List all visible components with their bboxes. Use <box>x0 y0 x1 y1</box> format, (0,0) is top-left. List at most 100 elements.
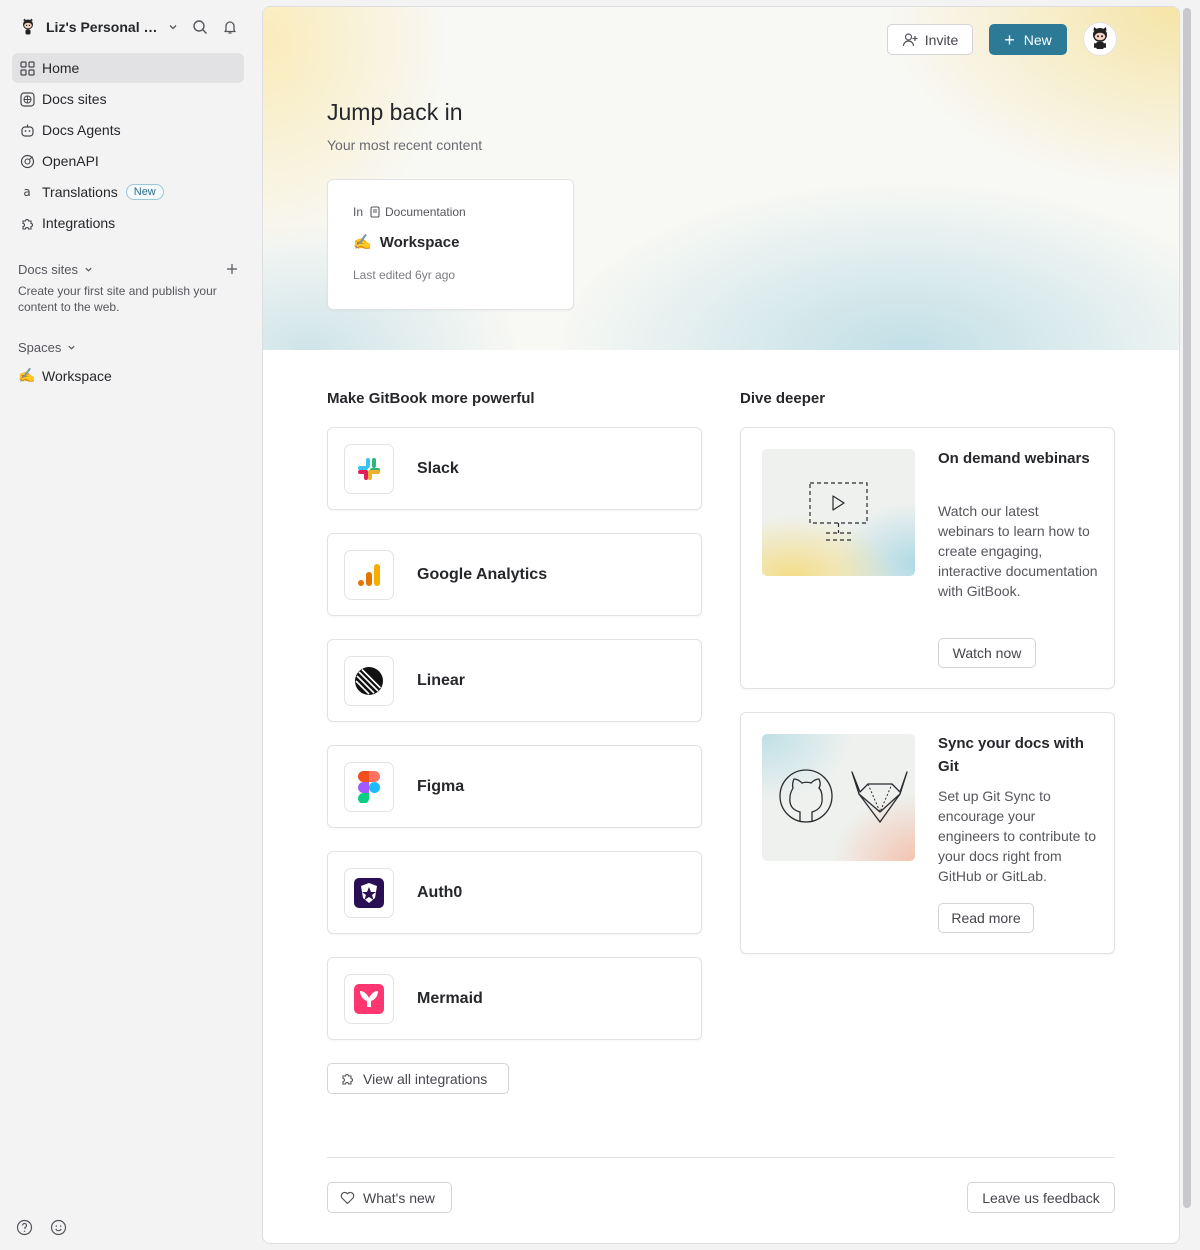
integration-name: Figma <box>417 777 465 795</box>
globe-icon <box>18 90 36 108</box>
writing-hand-emoji: ✍️ <box>353 234 372 251</box>
puzzle-icon <box>18 214 36 232</box>
invite-button[interactable]: Invite <box>887 24 973 55</box>
help-icon[interactable] <box>14 1217 34 1237</box>
recent-content-card[interactable]: In Documentation ✍️ Workspace Last edite… <box>327 179 574 310</box>
google-analytics-icon <box>344 549 394 600</box>
sidebar-item-openapi[interactable]: OpenAPI <box>12 146 244 176</box>
new-badge: New <box>125 184 164 200</box>
hero-section: Invite + New Jump back in Your most rece… <box>263 7 1179 350</box>
chevron-down-icon <box>67 343 76 352</box>
auth0-icon <box>344 867 394 918</box>
sidebar-item-label: Docs Agents <box>42 122 121 138</box>
mermaid-icon <box>344 973 394 1024</box>
new-button[interactable]: + New <box>989 24 1067 55</box>
plus-icon: + <box>1004 29 1015 50</box>
invite-label: Invite <box>924 31 959 48</box>
recent-location: In Documentation <box>353 205 466 219</box>
sidebar-item-label: Home <box>42 60 80 76</box>
sidebar-item-label: OpenAPI <box>42 153 99 169</box>
collection-name: Documentation <box>385 205 466 219</box>
octocat-icon <box>18 17 38 37</box>
user-avatar[interactable] <box>1083 22 1117 56</box>
recent-title-label: Workspace <box>379 233 460 251</box>
integration-card-auth0[interactable]: Auth0 <box>327 851 702 934</box>
translate-icon: a <box>23 185 31 199</box>
integration-card-mermaid[interactable]: Mermaid <box>327 957 702 1040</box>
page-title: Jump back in <box>327 99 463 125</box>
view-all-label: View all integrations <box>363 1070 488 1087</box>
docs-sites-description: Create your first site and publish your … <box>18 284 217 314</box>
docs-sites-section-title[interactable]: Docs sites <box>18 262 93 277</box>
scrollbar[interactable] <box>1182 8 1192 1208</box>
integration-card-slack[interactable]: Slack <box>327 427 702 510</box>
section-label: Spaces <box>18 340 62 355</box>
sidebar-item-integrations[interactable]: Integrations <box>12 208 244 238</box>
whats-new-label: What's new <box>363 1189 435 1206</box>
chevron-down-icon[interactable] <box>168 18 182 36</box>
last-edited: Last edited 6yr ago <box>353 268 456 282</box>
recent-title: ✍️ Workspace <box>353 233 460 252</box>
section-label: Docs sites <box>18 262 78 277</box>
webinar-illustration <box>762 449 915 576</box>
sidebar-item-translations[interactable]: a Translations New <box>12 177 244 207</box>
chevron-down-icon <box>84 265 93 274</box>
add-user-icon <box>902 32 918 48</box>
integration-name: Slack <box>417 459 459 477</box>
octocat-icon <box>1093 27 1107 49</box>
org-switcher[interactable]: Liz's Personal O... <box>18 14 243 40</box>
sidebar-item-docs-sites[interactable]: Docs sites <box>12 84 244 114</box>
writing-hand-emoji: ✍️ <box>18 367 36 383</box>
search-icon[interactable] <box>189 16 211 38</box>
view-all-integrations-button[interactable]: View all integrations <box>327 1063 509 1094</box>
scrollbar-thumb[interactable] <box>1183 8 1191 1208</box>
gitlab-icon <box>851 771 908 824</box>
space-label: Workspace <box>42 367 112 384</box>
read-more-button[interactable]: Read more <box>938 903 1034 933</box>
heart-icon <box>340 1191 355 1205</box>
grid-icon <box>18 59 36 77</box>
webinars-title: On demand webinars <box>938 450 1090 467</box>
webinars-description: Watch our latest webinars to learn how t… <box>938 503 1098 599</box>
integration-card-linear[interactable]: Linear <box>327 639 702 722</box>
page-subtitle: Your most recent content <box>327 137 483 153</box>
openapi-icon <box>18 152 36 170</box>
whats-new-button[interactable]: What's new <box>327 1182 452 1213</box>
in-label: In <box>353 205 364 219</box>
puzzle-icon <box>340 1071 355 1086</box>
integration-name: Mermaid <box>417 989 483 1007</box>
git-sync-card: Sync your docs with Git Set up Git Sync … <box>740 712 1115 954</box>
git-sync-title: Sync your docs with Git <box>938 735 1084 775</box>
integration-name: Linear <box>417 671 466 689</box>
agent-icon <box>18 121 36 139</box>
dive-deeper-title: Dive deeper <box>740 390 826 407</box>
sidebar-item-label: Integrations <box>42 215 116 231</box>
integration-name: Google Analytics <box>417 565 548 583</box>
book-icon <box>369 206 381 218</box>
integration-card-figma[interactable]: Figma <box>327 745 702 828</box>
git-sync-illustration <box>762 734 915 861</box>
webinars-card: On demand webinars Watch our latest webi… <box>740 427 1115 689</box>
main-panel: Invite + New Jump back in Your most rece… <box>262 6 1180 1244</box>
sidebar-nav: Home Docs sites Docs Agents OpenAPI a Tr… <box>12 53 244 239</box>
spaces-section-title[interactable]: Spaces <box>18 340 76 355</box>
add-docs-site-icon[interactable] <box>225 262 239 276</box>
space-item-workspace[interactable]: ✍️ Workspace <box>18 367 112 384</box>
smiley-icon[interactable] <box>48 1217 68 1237</box>
new-label: New <box>1023 31 1052 48</box>
org-name: Liz's Personal O... <box>46 19 158 35</box>
sidebar-item-docs-agents[interactable]: Docs Agents <box>12 115 244 145</box>
integration-card-google-analytics[interactable]: Google Analytics <box>327 533 702 616</box>
video-play-icon <box>809 482 868 541</box>
leave-feedback-button[interactable]: Leave us feedback <box>967 1182 1115 1213</box>
sidebar-item-label: Docs sites <box>42 91 107 107</box>
slack-icon <box>344 443 394 494</box>
footer-divider <box>327 1157 1115 1158</box>
sidebar-item-home[interactable]: Home <box>12 53 244 83</box>
watch-now-button[interactable]: Watch now <box>938 638 1036 668</box>
integration-name: Auth0 <box>417 883 463 901</box>
sidebar: Liz's Personal O... Home Docs sites Docs… <box>0 0 256 1250</box>
bell-icon[interactable] <box>219 16 241 38</box>
sidebar-item-label: Translations <box>42 184 118 200</box>
figma-icon <box>344 761 394 812</box>
